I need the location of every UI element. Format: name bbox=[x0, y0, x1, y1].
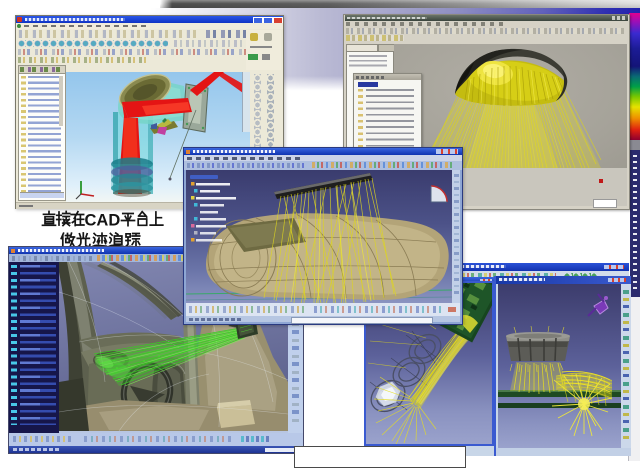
svg-text:CAD: CAD bbox=[85, 211, 121, 229]
